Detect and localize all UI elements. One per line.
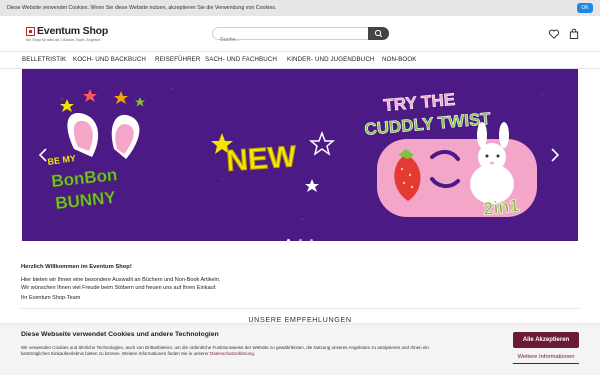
nav-item-non-book[interactable]: NON-BOOK bbox=[382, 52, 417, 68]
accept-all-cookies-button[interactable]: Alle Akzeptieren bbox=[513, 332, 579, 348]
recommendations-title: UNSERE EMPFEHLUNGEN bbox=[248, 315, 352, 324]
banner-badge-text: 2in1 bbox=[482, 195, 520, 219]
nav-item-belletristik[interactable]: BELLETRISTIK bbox=[22, 52, 66, 68]
banner-right-title-1: TRY THE bbox=[383, 90, 456, 115]
welcome-section: Herzlich Willkommen im Eventum Shop! Hie… bbox=[21, 264, 581, 302]
more-information-button[interactable]: Weitere Informationen bbox=[513, 351, 579, 364]
carousel-dot-1[interactable] bbox=[287, 239, 291, 241]
main-navigation: BELLETRISTIK KOCH- UND BACKBUCH REISEFÜH… bbox=[0, 51, 600, 69]
logo[interactable]: Eventum Shop Ein Shop für alles ab 1 Büc… bbox=[26, 25, 146, 45]
search-bar bbox=[212, 27, 389, 46]
privacy-policy-link[interactable]: Datenschutzerklärung bbox=[210, 351, 254, 356]
welcome-title: Herzlich Willkommen im Eventum Shop! bbox=[21, 264, 132, 270]
logo-text: Eventum Shop bbox=[37, 25, 109, 37]
nav-item-reisefuehrer[interactable]: REISEFÜHRER bbox=[155, 52, 200, 68]
banner-left-text-bottom: BUNNY bbox=[54, 188, 117, 213]
nav-item-kinder-jugendbuch[interactable]: KINDER- UND JUGENDBUCH bbox=[287, 52, 374, 68]
chevron-left-icon bbox=[38, 148, 47, 162]
hero-carousel[interactable]: BE MY BonBon BUNNY NEW TRY THE CUDDLY TW… bbox=[22, 69, 578, 241]
cookie-ok-button[interactable]: OK bbox=[577, 3, 593, 13]
cookie-notice-text: Diese Website verwendet Cookies. Wenn Si… bbox=[7, 5, 277, 11]
chevron-right-icon bbox=[551, 148, 560, 162]
logo-tagline: Ein Shop für alles ab 1 Bücher, Buch. An… bbox=[26, 38, 101, 42]
search-button[interactable] bbox=[368, 27, 389, 40]
banner-new-text: NEW bbox=[225, 140, 298, 178]
welcome-signature: Ihr Eventum Shop-Team bbox=[21, 294, 81, 301]
cookie-dialog-text: Wir verwenden Cookies und ähnliche Techn… bbox=[21, 345, 429, 357]
bunny-ears-icon bbox=[67, 113, 140, 159]
carousel-dot-2[interactable] bbox=[298, 239, 302, 241]
banner-artwork: BE MY BonBon BUNNY NEW TRY THE CUDDLY TW… bbox=[47, 87, 544, 221]
carousel-indicators bbox=[22, 229, 578, 241]
carousel-prev-button[interactable] bbox=[38, 147, 48, 163]
nav-item-sach-fachbuch[interactable]: SACH- UND FACHBUCH bbox=[205, 52, 277, 68]
cookie-dialog-heading: Diese Webseite verwendet Cookies und and… bbox=[21, 331, 219, 338]
carousel-dot-3[interactable] bbox=[309, 239, 313, 241]
cookie-notice-bar: Diese Website verwendet Cookies. Wenn Si… bbox=[0, 0, 600, 16]
heart-icon bbox=[548, 29, 560, 39]
banner-left-text-mid: BonBon bbox=[50, 165, 118, 191]
carousel-next-button[interactable] bbox=[550, 147, 560, 163]
nav-item-koch-backbuch[interactable]: KOCH- UND BACKBUCH bbox=[73, 52, 146, 68]
welcome-line-1: Hier bieten wir Ihnen eine besondere Aus… bbox=[21, 277, 221, 284]
site-header: Eventum Shop Ein Shop für alles ab 1 Büc… bbox=[0, 16, 600, 50]
banner-right-title-2: CUDDLY TWIST bbox=[364, 109, 492, 139]
welcome-line-2: Wir wünschen Ihnen viel Freude beim Stöb… bbox=[21, 284, 217, 291]
cookie-consent-dialog: Diese Webseite verwendet Cookies und and… bbox=[0, 325, 600, 375]
bag-icon bbox=[569, 28, 579, 39]
search-input[interactable] bbox=[213, 34, 363, 46]
cart-button[interactable] bbox=[568, 27, 580, 39]
banner-left-text-top: BE MY bbox=[47, 153, 77, 167]
logo-mark-icon bbox=[26, 27, 35, 36]
search-icon bbox=[374, 29, 383, 38]
wishlist-button[interactable] bbox=[548, 27, 560, 39]
section-divider bbox=[21, 308, 579, 309]
